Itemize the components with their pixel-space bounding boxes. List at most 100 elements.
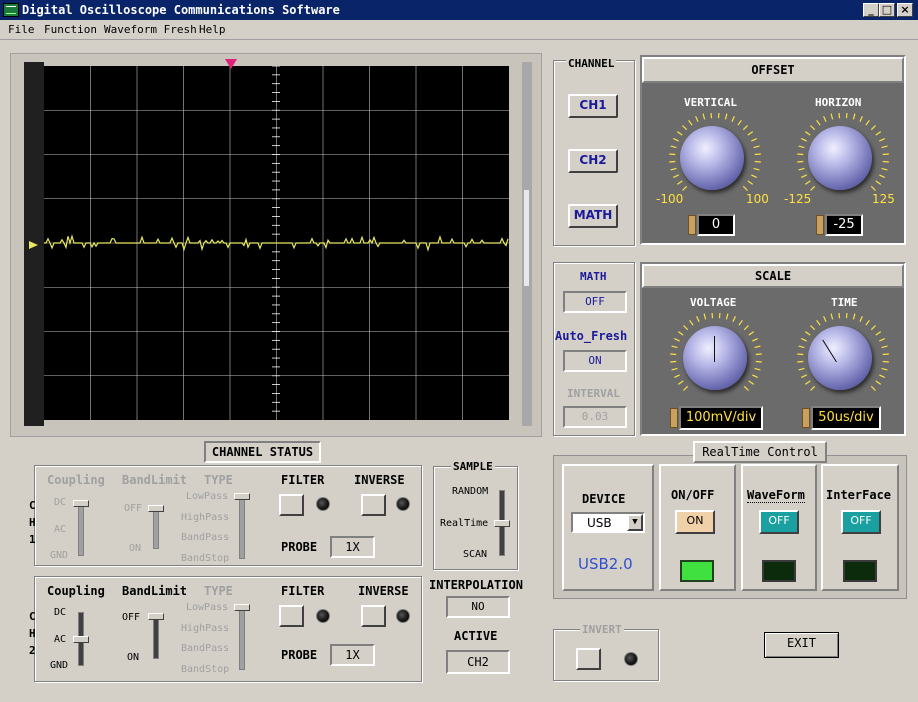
ch1-inverse-led xyxy=(396,497,410,511)
ch2-bandlimit-thumb[interactable] xyxy=(148,613,164,620)
ch2-side-label: CH2 xyxy=(29,610,36,657)
horizon-spin[interactable] xyxy=(816,215,824,235)
ch1-inverse-toggle[interactable] xyxy=(361,494,386,516)
ch2-probe-label: PROBE xyxy=(281,648,318,662)
device-label: DEVICE xyxy=(582,492,626,506)
voltage-scale-knob[interactable] xyxy=(683,326,747,390)
device-select-value: USB xyxy=(587,516,612,530)
menu-waveform-fresh[interactable]: Waveform Fresh xyxy=(104,23,197,36)
math-value: OFF xyxy=(563,291,627,313)
voltage-spin[interactable] xyxy=(670,408,678,428)
realtime-control-title: RealTime Control xyxy=(693,441,827,463)
ch1-ac-tick: AC xyxy=(54,524,67,535)
ch1-coupling-thumb[interactable] xyxy=(73,500,89,507)
channel-group-title: CHANNEL xyxy=(566,57,617,70)
ch1-level-marker[interactable] xyxy=(28,240,40,250)
ch1-highpass-tick: HighPass xyxy=(181,512,230,523)
ch1-type-thumb[interactable] xyxy=(234,493,250,500)
sample-random-tick: RANDOM xyxy=(452,486,489,497)
ch1-bandlimit-thumb[interactable] xyxy=(148,505,164,512)
interface-led xyxy=(843,560,877,582)
menu-function[interactable]: Function xyxy=(44,23,97,36)
interval-value: 0.03 xyxy=(563,406,627,428)
ch2-inverse-toggle[interactable] xyxy=(361,605,386,627)
vertical-spin[interactable] xyxy=(688,215,696,235)
offset-title: OFFSET xyxy=(642,57,904,83)
sample-slider-thumb[interactable] xyxy=(494,520,510,527)
voltage-scale-value[interactable]: 100mV/div xyxy=(679,406,763,430)
active-value: CH2 xyxy=(446,650,510,674)
ch1-band-on-tick: ON xyxy=(129,543,142,554)
sample-realtime-tick: RealTime xyxy=(440,518,489,529)
math-button[interactable]: MATH xyxy=(568,204,618,228)
invert-group xyxy=(553,629,659,681)
maximize-button[interactable]: □ xyxy=(879,3,895,17)
menu-file[interactable]: File xyxy=(8,23,35,36)
ch2-button[interactable]: CH2 xyxy=(568,149,618,173)
time-spin[interactable] xyxy=(802,408,810,428)
horizon-offset-value[interactable]: -25 xyxy=(825,214,863,236)
ch1-lowpass-tick: LowPass xyxy=(186,491,229,502)
invert-toggle[interactable] xyxy=(576,648,601,670)
vertical-offset-value[interactable]: 0 xyxy=(697,214,735,236)
ch2-bandpass-tick: BandPass xyxy=(181,643,230,654)
trigger-position-marker[interactable] xyxy=(224,58,238,72)
channel-status-title: CHANNEL STATUS xyxy=(204,441,321,463)
ch2-type-slider[interactable] xyxy=(239,604,245,670)
horizon-label: HORIZON xyxy=(815,96,862,109)
interface-label: InterFace xyxy=(826,488,892,502)
ch1-filter-led xyxy=(316,497,330,511)
waveform-toggle[interactable]: OFF xyxy=(759,510,799,534)
app-icon xyxy=(3,3,19,17)
minimize-button[interactable]: _ xyxy=(863,3,879,17)
ch2-coupling-thumb[interactable] xyxy=(73,636,89,643)
ch1-button[interactable]: CH1 xyxy=(568,94,618,118)
ch1-bandstop-tick: BandStop xyxy=(181,553,230,564)
onoff-led xyxy=(680,560,714,582)
ch1-type-slider[interactable] xyxy=(239,493,245,559)
menu-help[interactable]: Help xyxy=(199,23,226,36)
time-scale-value[interactable]: 50us/div xyxy=(811,406,881,430)
ch1-filter-label: FILTER xyxy=(281,473,325,487)
interpolation-label: INTERPOLATION xyxy=(429,578,523,592)
ch2-dc-tick: DC xyxy=(54,607,67,618)
menu-bar: File Function Waveform Fresh Help xyxy=(0,20,918,40)
vertical-label: VERTICAL xyxy=(684,96,737,109)
invert-title: INVERT xyxy=(580,623,624,636)
sample-title: SAMPLE xyxy=(451,460,495,473)
exit-button[interactable]: EXIT xyxy=(764,632,839,658)
ch2-filter-led xyxy=(316,609,330,623)
chevron-down-icon[interactable]: ▼ xyxy=(627,514,643,531)
scope-scroll-thumb[interactable] xyxy=(524,190,529,286)
sample-scan-tick: SCAN xyxy=(463,549,488,560)
scale-title: SCALE xyxy=(642,264,904,288)
ch1-dc-tick: DC xyxy=(54,497,67,508)
vertical-offset-knob[interactable] xyxy=(680,126,744,190)
horizon-offset-knob[interactable] xyxy=(808,126,872,190)
ch1-coupling-slider[interactable] xyxy=(78,500,84,556)
voltage-knob-pointer xyxy=(714,336,715,362)
interpolation-value: NO xyxy=(446,596,510,618)
onoff-toggle[interactable]: ON xyxy=(675,510,715,534)
ch2-probe-value[interactable]: 1X xyxy=(330,644,375,666)
close-button[interactable]: × xyxy=(897,3,913,17)
scope-screen xyxy=(44,66,509,420)
time-scale-knob[interactable] xyxy=(808,326,872,390)
active-label: ACTIVE xyxy=(454,629,498,643)
ch2-band-off-tick: OFF xyxy=(122,612,141,623)
device-info: USB2.0 xyxy=(578,555,633,573)
interface-toggle[interactable]: OFF xyxy=(841,510,881,534)
ch1-probe-value[interactable]: 1X xyxy=(330,536,375,558)
math-label: MATH xyxy=(580,270,607,283)
voltage-label: VOLTAGE xyxy=(690,296,737,309)
ch2-type-thumb[interactable] xyxy=(234,604,250,611)
horizon-max-label: 125 xyxy=(872,192,895,206)
ch2-filter-toggle[interactable] xyxy=(279,605,304,627)
ch1-filter-toggle[interactable] xyxy=(279,494,304,516)
ch2-filter-label: FILTER xyxy=(281,584,325,598)
title-bar: Digital Oscilloscope Communications Soft… xyxy=(0,0,918,20)
device-select[interactable]: USB ▼ xyxy=(571,512,645,533)
ch2-ac-tick: AC xyxy=(54,634,67,645)
ch1-gnd-tick: GND xyxy=(50,550,69,561)
auto-fresh-value: ON xyxy=(563,350,627,372)
